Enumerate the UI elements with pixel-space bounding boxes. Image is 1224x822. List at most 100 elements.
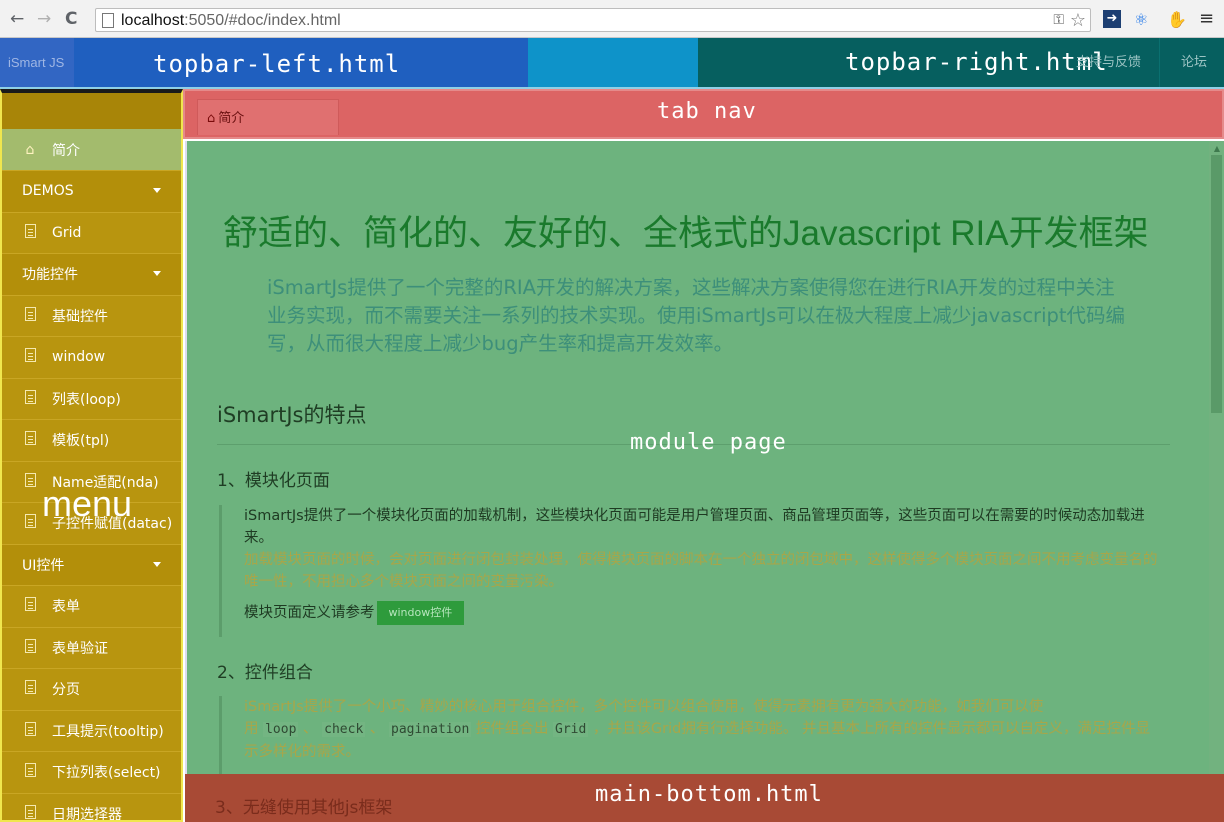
section-heading-control-combination: 2、控件组合 [217, 663, 313, 683]
tab-intro[interactable]: ⌂ 简介 [197, 99, 339, 135]
sidebar-item-window[interactable]: window [2, 337, 181, 379]
sidebar-menu: ⌂ 简介 DEMOS Grid 功能控件 基础控件 window 列表(loop… [0, 89, 183, 822]
code-check: check [322, 722, 366, 737]
page-icon [102, 13, 114, 28]
scrollbar-thumb[interactable] [1211, 155, 1222, 413]
code-loop: loop [263, 722, 299, 737]
document-icon [20, 638, 40, 657]
extension-hand-icon[interactable]: ✋ [1167, 10, 1187, 29]
sidebar-group-label: UI控件 [22, 557, 65, 574]
topbar-left-label: topbar-left.html [153, 50, 401, 78]
window-control-button[interactable]: window控件 [376, 601, 465, 625]
home-icon: ⌂ [25, 141, 35, 158]
address-bar[interactable]: localhost:5050/#doc/index.html ⚿ ☆ [95, 8, 1091, 32]
topbar-left: iSmart JS topbar-left.html [0, 38, 528, 87]
sidebar-item-label: 分页 [52, 682, 80, 699]
forum-link[interactable]: 论坛 [1181, 38, 1207, 87]
sidebar-item-loop[interactable]: 列表(loop) [2, 379, 181, 420]
code-pagination: pagination [389, 722, 472, 737]
sidebar-item-label: Grid [52, 224, 82, 241]
main-bottom: 3、无缝使用其他js框架 main-bottom.html [185, 774, 1224, 822]
sidebar-item-label: 表单验证 [52, 640, 108, 657]
sidebar-item-nda[interactable]: Name适配(nda) [2, 462, 181, 503]
paragraph-text: 控件组合出 [475, 721, 549, 737]
document-icon [20, 721, 40, 740]
sidebar-item-tpl[interactable]: 模板(tpl) [2, 420, 181, 462]
paragraph-text: 、 [303, 721, 318, 737]
document-icon [20, 804, 40, 820]
sidebar-item-label: 子控件赋值(datac) [52, 516, 173, 533]
sidebar-search-area[interactable] [2, 93, 181, 129]
topbar-right-label: topbar-right.html [845, 48, 1108, 76]
back-arrow-icon[interactable]: ← [10, 9, 24, 29]
sidebar-item-label: 工具提示(tooltip) [52, 723, 164, 740]
caret-down-icon [153, 271, 161, 276]
sidebar-item-datepicker[interactable]: 日期选择器 [2, 794, 181, 820]
sidebar-item-datac[interactable]: 子控件赋值(datac) [2, 503, 181, 545]
document-icon [20, 763, 40, 781]
paragraph-text: iSmartJs提供了一个小巧、精妙的核心用于组合控件，多个控件可以组合使用，使… [244, 699, 1044, 715]
document-icon [20, 223, 40, 242]
tab-nav-overlay-label: tab nav [657, 99, 757, 124]
bookmark-star-icon[interactable]: ☆ [1070, 10, 1086, 31]
browser-toolbar: ← → C localhost:5050/#doc/index.html ⚿ ☆… [0, 0, 1224, 38]
document-icon [20, 597, 40, 615]
section-block-control-combination: iSmartJs提供了一个小巧、精妙的核心用于组合控件，多个控件可以组合使用，使… [219, 696, 1159, 774]
code-grid: Grid [553, 722, 589, 737]
document-icon [20, 472, 40, 491]
extension-network-icon[interactable]: ⚛ [1134, 10, 1148, 29]
topbar: iSmart JS topbar-left.html topbar-right.… [0, 38, 1224, 90]
scroll-up-arrow-icon[interactable]: ▲ [1214, 144, 1220, 153]
sidebar-item-basic-controls[interactable]: 基础控件 [2, 296, 181, 337]
sidebar-group-demos[interactable]: DEMOS [2, 171, 181, 213]
reference-text: 模块页面定义请参考 [244, 605, 375, 621]
sidebar-item-label: 表单 [52, 599, 80, 616]
section-paragraph: 加载模块页面的时候，会对页面进行闭包封装处理，使得模块页面的脚本在一个独立的闭包… [244, 552, 1158, 590]
document-icon [20, 680, 40, 698]
section-heading-other-frameworks: 3、无缝使用其他js框架 [215, 798, 393, 818]
document-icon [20, 348, 40, 366]
reference-line: 模块页面定义请参考 window控件 [244, 601, 1159, 625]
caret-down-icon [153, 561, 161, 567]
topbar-divider [1159, 38, 1160, 87]
sidebar-item-select[interactable]: 下拉列表(select) [2, 752, 181, 794]
extension-arrow-icon[interactable]: ➜ [1103, 10, 1121, 28]
sidebar-item-label: Name适配(nda) [52, 474, 159, 491]
document-icon [20, 306, 40, 325]
sidebar-item-form-validation[interactable]: 表单验证 [2, 628, 181, 669]
document-icon [20, 514, 40, 532]
section-paragraph: iSmartJs提供了一个小巧、精妙的核心用于组合控件，多个控件可以组合使用，使… [244, 696, 1159, 763]
document-icon [20, 431, 40, 449]
section-heading-modular-pages: 1、模块化页面 [217, 471, 330, 491]
sidebar-item-pagination[interactable]: 分页 [2, 669, 181, 711]
vertical-scrollbar[interactable]: ▲ [1209, 141, 1224, 774]
sidebar-item-home[interactable]: ⌂ 简介 [2, 129, 181, 171]
page-title: 舒适的、简化的、友好的、全栈式的Javascript RIA开发框架 [223, 214, 1149, 253]
sidebar-item-grid[interactable]: Grid [2, 213, 181, 254]
key-icon[interactable]: ⚿ [1053, 12, 1064, 28]
main-bottom-overlay-label: main-bottom.html [595, 782, 823, 807]
sidebar-group-ui-controls[interactable]: UI控件 [2, 544, 181, 586]
sidebar-item-tooltip[interactable]: 工具提示(tooltip) [2, 711, 181, 752]
module-page: 舒适的、简化的、友好的、全栈式的Javascript RIA开发框架 iSmar… [185, 141, 1224, 774]
document-icon [20, 389, 40, 408]
intro-paragraph: iSmartJs提供了一个完整的RIA开发的解决方案，这些解决方案使得您在进行R… [267, 276, 1126, 355]
sidebar-item-label: 基础控件 [52, 308, 108, 325]
sidebar-group-controls[interactable]: 功能控件 [2, 254, 181, 296]
forward-arrow-icon[interactable]: → [37, 9, 51, 29]
section-block-modular-pages: iSmartJs提供了一个模块化页面的加载机制，这些模块化页面可能是用户管理页面… [219, 505, 1159, 637]
sidebar-group-label: 功能控件 [22, 267, 78, 284]
home-icon: ⌂ [207, 111, 216, 126]
features-heading: iSmartJs的特点 [217, 403, 367, 427]
brand-logo[interactable]: iSmart JS [0, 38, 74, 87]
sidebar-item-label: 下拉列表(select) [52, 765, 161, 782]
menu-hamburger-icon[interactable]: ≡ [1199, 8, 1214, 29]
sidebar-item-label: 模板(tpl) [52, 433, 110, 450]
sidebar-item-form[interactable]: 表单 [2, 586, 181, 628]
reload-icon[interactable]: C [65, 9, 77, 29]
caret-down-icon [153, 188, 161, 193]
url-text: localhost:5050/#doc/index.html [121, 12, 341, 29]
support-feedback-link[interactable]: 支持与反馈 [1076, 38, 1141, 87]
tab-label: 简介 [218, 111, 245, 126]
section-paragraph: iSmartJs提供了一个模块化页面的加载机制，这些模块化页面可能是用户管理页面… [244, 508, 1145, 546]
